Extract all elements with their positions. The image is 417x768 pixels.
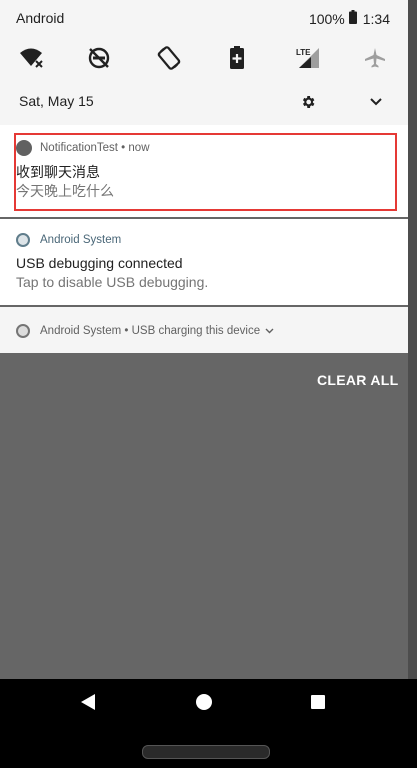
quick-settings-panel: Android 100% 1:34 LTE Sat, May 15: [0, 0, 408, 125]
airplane-mode-icon[interactable]: [357, 40, 393, 76]
device-speaker-grille: [142, 745, 270, 759]
battery-saver-icon[interactable]: [219, 40, 255, 76]
dnd-icon[interactable]: [81, 40, 117, 76]
notification-header: Android System: [16, 231, 121, 249]
battery-percent: 100%: [308, 10, 345, 27]
wifi-off-icon[interactable]: [14, 40, 50, 76]
separator-dot: •: [121, 325, 132, 337]
notification-text: 今天晚上吃什么: [16, 183, 114, 199]
battery-icon: [348, 10, 357, 27]
notification-time: now: [128, 142, 150, 154]
app-icon: [16, 140, 32, 156]
status-right: 100% 1:34: [309, 10, 390, 27]
app-name: Android System: [40, 325, 122, 337]
chevron-down-icon[interactable]: [364, 90, 388, 114]
recents-icon[interactable]: [298, 682, 338, 722]
gear-icon[interactable]: [296, 90, 320, 114]
notification-title: 收到聊天消息: [16, 164, 100, 180]
android-system-icon: [16, 233, 30, 247]
home-icon[interactable]: [184, 682, 224, 722]
date-label: Sat, May 15: [19, 93, 94, 109]
app-name: Android System: [40, 234, 122, 246]
clock: 1:34: [362, 10, 390, 27]
carrier-label: Android: [16, 10, 65, 26]
screen-edge: [408, 0, 417, 679]
chevron-down-icon[interactable]: [265, 328, 274, 334]
notification-text: Tap to disable USB debugging.: [16, 274, 209, 290]
notification-header: Android System • USB charging this devic…: [16, 322, 274, 340]
android-system-icon: [16, 324, 30, 338]
date-row: Sat, May 15: [0, 84, 408, 120]
notification-shade: Android 100% 1:34 LTE Sat, May 15 Notifi…: [0, 0, 417, 355]
clear-all-button[interactable]: CLEAR ALL: [317, 372, 399, 388]
notification-title: USB debugging connected: [16, 255, 183, 271]
svg-text:LTE: LTE: [296, 48, 311, 57]
notification-summary: USB charging this device: [131, 325, 261, 337]
app-name: NotificationTest: [40, 142, 118, 154]
notification-header: NotificationTest • now: [16, 139, 150, 157]
auto-rotate-icon[interactable]: [151, 40, 187, 76]
quick-settings-tiles: LTE: [0, 40, 408, 76]
status-bar: Android 100% 1:34: [0, 0, 408, 36]
back-icon[interactable]: [68, 682, 108, 722]
separator-dot: •: [117, 142, 129, 154]
lte-signal-icon[interactable]: LTE: [288, 40, 324, 76]
